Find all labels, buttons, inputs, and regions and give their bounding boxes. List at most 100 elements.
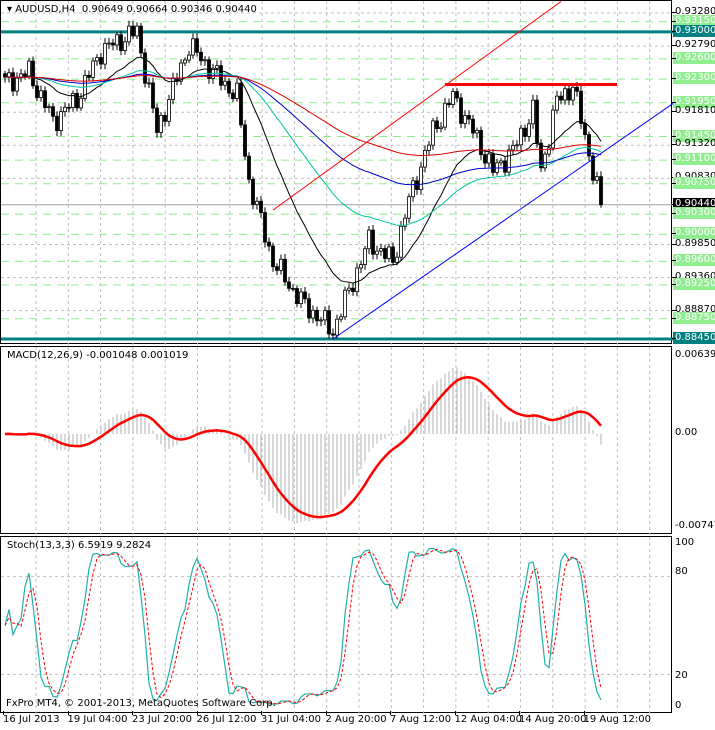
candle-body	[135, 25, 139, 37]
candle-body	[315, 309, 319, 322]
price-chart-panel[interactable]: ▾ AUDUSD,H4 0.90649 0.90664 0.90346 0.90…	[0, 0, 673, 345]
candle-body	[379, 248, 383, 252]
candle-body	[79, 97, 83, 109]
time-label: 26 Jul 12:00	[196, 714, 257, 725]
stoch-chart	[1, 537, 673, 714]
candle-body	[67, 106, 71, 109]
candle-body	[31, 60, 35, 87]
candle-body	[59, 111, 63, 132]
candle-body	[227, 80, 231, 94]
time-tick	[67, 711, 69, 715]
candle-body	[299, 291, 303, 305]
candle-body	[411, 180, 415, 198]
candle-body	[159, 115, 163, 133]
candle-body	[127, 25, 131, 43]
candle-body	[203, 59, 207, 62]
price-tick	[672, 243, 676, 245]
candle-body	[47, 106, 51, 109]
candle-body	[527, 123, 531, 137]
candle-body	[455, 91, 459, 99]
candle-body	[11, 72, 15, 92]
stoch-panel[interactable]: Stoch(13,3,3) 6.5919 9.2824	[0, 536, 673, 714]
stoch-axis-100: 100	[675, 537, 695, 548]
candle-body	[351, 287, 355, 293]
candle-body	[231, 92, 235, 99]
price-tick	[672, 30, 676, 32]
candle-body	[391, 246, 395, 263]
candle-body	[487, 153, 491, 164]
time-label: 2 Aug 20:00	[325, 714, 387, 725]
macd-chart	[4, 347, 651, 535]
candle-body	[55, 115, 59, 132]
price-label: 0.93000	[673, 24, 715, 37]
candle-body	[339, 316, 343, 320]
time-label: 7 Aug 12:00	[390, 714, 452, 725]
stoch-main-line	[4, 547, 602, 705]
candle-body	[419, 166, 423, 190]
time-label: 14 Aug 20:00	[519, 714, 587, 725]
time-tick	[261, 711, 262, 715]
candle-body	[555, 95, 559, 111]
time-tick	[325, 711, 327, 715]
time-label: 23 Jul 20:00	[132, 714, 192, 725]
time-tick	[196, 711, 198, 715]
candle-body	[151, 82, 155, 109]
stoch-signal-line	[4, 548, 602, 705]
candle-body	[515, 144, 519, 147]
time-label: 19 Jul 04:00	[67, 714, 128, 725]
macd-panel[interactable]: MACD(12,26,9) -0.001048 0.001019	[0, 346, 672, 535]
candle-body	[311, 309, 315, 319]
candle-body	[567, 88, 571, 101]
price-label: 0.92600	[673, 51, 715, 64]
macd-axis-min: -0.007475	[675, 520, 715, 531]
candle-body	[123, 41, 127, 51]
time-label: 16 Jul 2013	[3, 714, 60, 725]
candle-body	[259, 200, 263, 213]
candle-body	[447, 102, 451, 106]
macd-axis-max: 0.006398	[675, 349, 715, 360]
price-tick	[672, 78, 676, 80]
candle-body	[111, 42, 115, 46]
candle-body	[275, 266, 279, 271]
price-tick	[672, 338, 676, 340]
time-tick	[519, 711, 520, 715]
candle-body	[263, 212, 267, 243]
candle-body	[367, 229, 371, 250]
time-tick	[3, 711, 4, 715]
candle-body	[235, 82, 239, 99]
price-tick	[672, 135, 676, 137]
candle-body	[463, 115, 467, 124]
candle-body	[511, 145, 515, 151]
candle-body	[195, 38, 199, 53]
moving-average-line	[4, 73, 602, 186]
candle-body	[87, 74, 91, 78]
candle-body	[91, 60, 95, 78]
moving-average-line	[4, 56, 602, 284]
price-label: 0.88750	[673, 311, 715, 324]
price-label: 0.89250	[673, 278, 715, 291]
candle-body	[307, 298, 311, 319]
candle-body	[479, 130, 483, 156]
stoch-axis-20: 20	[675, 670, 688, 681]
candle-body	[131, 25, 135, 37]
price-label: 0.92790	[675, 39, 715, 51]
candle-body	[147, 82, 151, 85]
stoch-label: Stoch(13,3,3) 6.5919 9.2824	[7, 540, 152, 551]
candle-body	[291, 287, 295, 290]
price-tick	[672, 159, 676, 161]
candle-body	[247, 155, 251, 180]
candle-body	[439, 126, 443, 130]
price-tick	[672, 317, 676, 319]
price-tick	[672, 20, 676, 22]
candle-body	[51, 106, 55, 117]
candle-body	[451, 91, 455, 106]
price-tick	[672, 144, 676, 146]
candle-body	[107, 42, 111, 45]
stoch-axis-0: 0	[675, 700, 682, 711]
collapse-triangle-icon[interactable]: ▾	[7, 4, 15, 15]
candle-body	[359, 264, 363, 269]
price-tick	[672, 182, 676, 184]
price-tick	[672, 233, 676, 235]
stoch-axis-80: 80	[675, 566, 688, 577]
candle-body	[167, 99, 171, 122]
